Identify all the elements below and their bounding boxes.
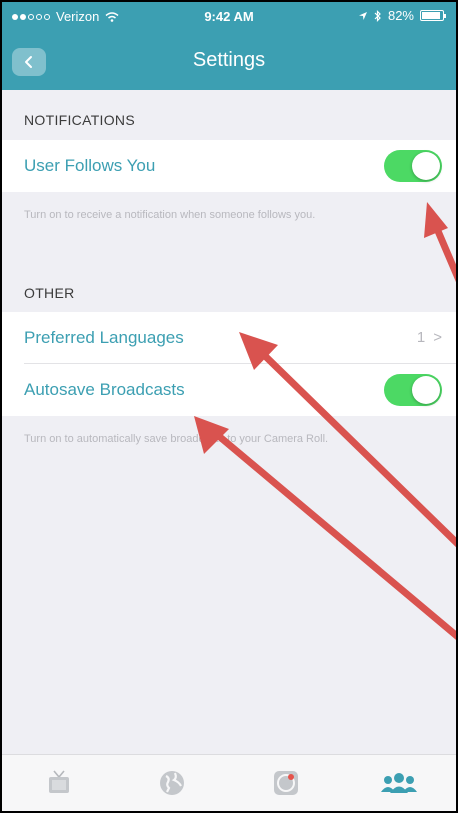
annotation-arrows	[194, 202, 456, 640]
arrow-to-autosave-broadcasts	[210, 428, 456, 640]
arrowhead-3	[194, 416, 229, 454]
arrow-to-preferred-languages	[256, 347, 456, 548]
arrow-to-user-follows-toggle	[431, 220, 456, 283]
phone-frame: Verizon 9:42 AM 82% Settings NOTIFICATIO…	[0, 0, 458, 813]
arrowhead-1	[424, 202, 448, 238]
